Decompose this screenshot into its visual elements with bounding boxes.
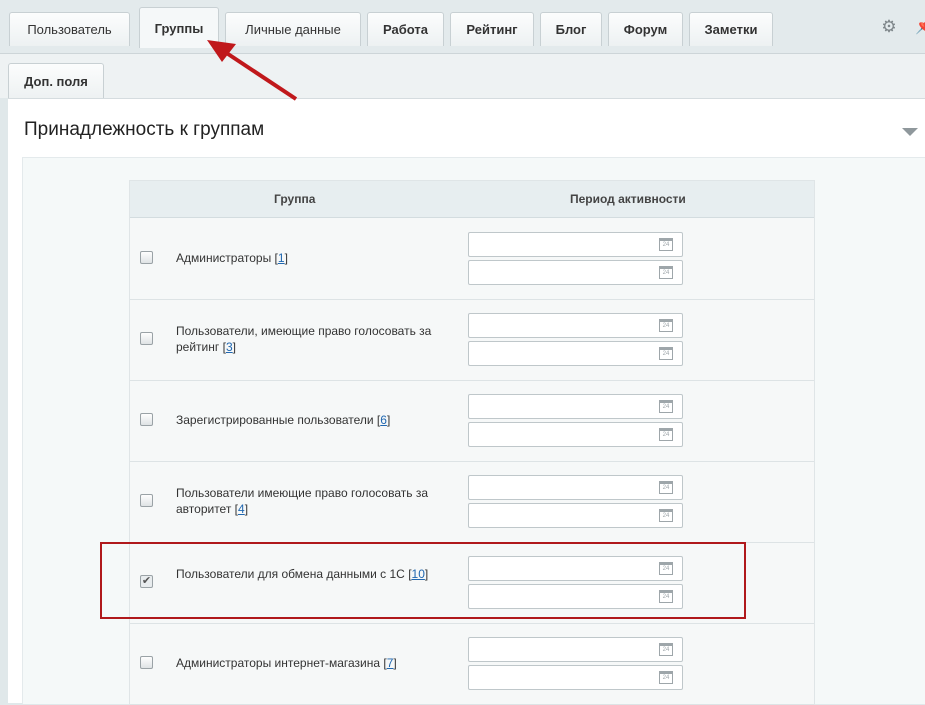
- calendar-icon[interactable]: 24: [659, 509, 673, 522]
- header-period: Период активности: [570, 192, 686, 206]
- calendar-icon[interactable]: 24: [659, 481, 673, 494]
- group-checkbox[interactable]: [140, 251, 153, 264]
- group-checkbox[interactable]: [140, 494, 153, 507]
- tab-blog[interactable]: Блог: [540, 12, 602, 46]
- group-id-link[interactable]: 4: [238, 502, 245, 516]
- calendar-icon[interactable]: 24: [659, 266, 673, 279]
- calendar-icon[interactable]: 24: [659, 428, 673, 441]
- tab-user[interactable]: Пользователь: [9, 12, 130, 46]
- tab-groups[interactable]: Группы: [139, 7, 219, 48]
- group-label: Пользователи, имеющие право голосовать з…: [176, 324, 432, 354]
- table-header: Группа Период активности: [130, 181, 814, 218]
- table-row: Зарегистрированные пользователи [6] 24 2…: [130, 380, 814, 462]
- group-id-link[interactable]: 3: [226, 340, 233, 354]
- calendar-icon[interactable]: 24: [659, 319, 673, 332]
- calendar-icon[interactable]: 24: [659, 347, 673, 360]
- section-panel: Группа Период активности Администраторы …: [22, 157, 925, 705]
- calendar-icon[interactable]: 24: [659, 400, 673, 413]
- group-checkbox[interactable]: [140, 413, 153, 426]
- table-row: Администраторы интернет-магазина [7] 24 …: [130, 623, 814, 705]
- group-id-link[interactable]: 6: [380, 413, 387, 427]
- date-from-field[interactable]: 24: [468, 394, 683, 419]
- tab-extra-fields[interactable]: Доп. поля: [8, 63, 104, 99]
- date-to-field[interactable]: 24: [468, 503, 683, 528]
- pin-icon[interactable]: 📌: [915, 18, 925, 36]
- table-row: Пользователи, имеющие право голосовать з…: [130, 299, 814, 381]
- tab-work[interactable]: Работа: [367, 12, 444, 46]
- date-to-field[interactable]: 24: [468, 260, 683, 285]
- group-label: Администраторы [1]: [176, 251, 288, 265]
- group-label: Пользователи имеющие право голосовать за…: [176, 486, 429, 516]
- date-from-field[interactable]: 24: [468, 475, 683, 500]
- date-to-field[interactable]: 24: [468, 422, 683, 447]
- date-from-field[interactable]: 24: [468, 637, 683, 662]
- group-checkbox[interactable]: [140, 656, 153, 669]
- table-row: Администраторы [1] 24 24: [130, 218, 814, 300]
- collapse-arrow-icon[interactable]: [902, 128, 918, 136]
- calendar-icon[interactable]: 24: [659, 671, 673, 684]
- date-to-field[interactable]: 24: [468, 665, 683, 690]
- header-group: Группа: [274, 192, 316, 206]
- date-to-field[interactable]: 24: [468, 341, 683, 366]
- group-label: Зарегистрированные пользователи [6]: [176, 413, 391, 427]
- group-id-link[interactable]: 7: [387, 656, 394, 670]
- calendar-icon[interactable]: 24: [659, 643, 673, 656]
- tab-rating[interactable]: Рейтинг: [450, 12, 534, 46]
- tab-bar-secondary: Доп. поля: [0, 54, 925, 99]
- date-from-field[interactable]: 24: [468, 232, 683, 257]
- groups-table: Группа Период активности Администраторы …: [129, 180, 815, 705]
- tab-personal[interactable]: Личные данные: [225, 12, 361, 46]
- gear-icon[interactable]: ⚙: [880, 18, 898, 36]
- table-row: Пользователи имеющие право голосовать за…: [130, 461, 814, 543]
- section-title: Принадлежность к группам: [24, 119, 265, 140]
- tab-bar: Пользователь Группы Личные данные Работа…: [0, 0, 925, 54]
- group-id-link[interactable]: 1: [278, 251, 285, 265]
- annotation-highlight-box: [100, 542, 746, 619]
- group-label: Администраторы интернет-магазина [7]: [176, 656, 397, 670]
- calendar-icon[interactable]: 24: [659, 238, 673, 251]
- tab-notes[interactable]: Заметки: [689, 12, 773, 46]
- date-from-field[interactable]: 24: [468, 313, 683, 338]
- group-checkbox[interactable]: [140, 332, 153, 345]
- tab-forum[interactable]: Форум: [608, 12, 683, 46]
